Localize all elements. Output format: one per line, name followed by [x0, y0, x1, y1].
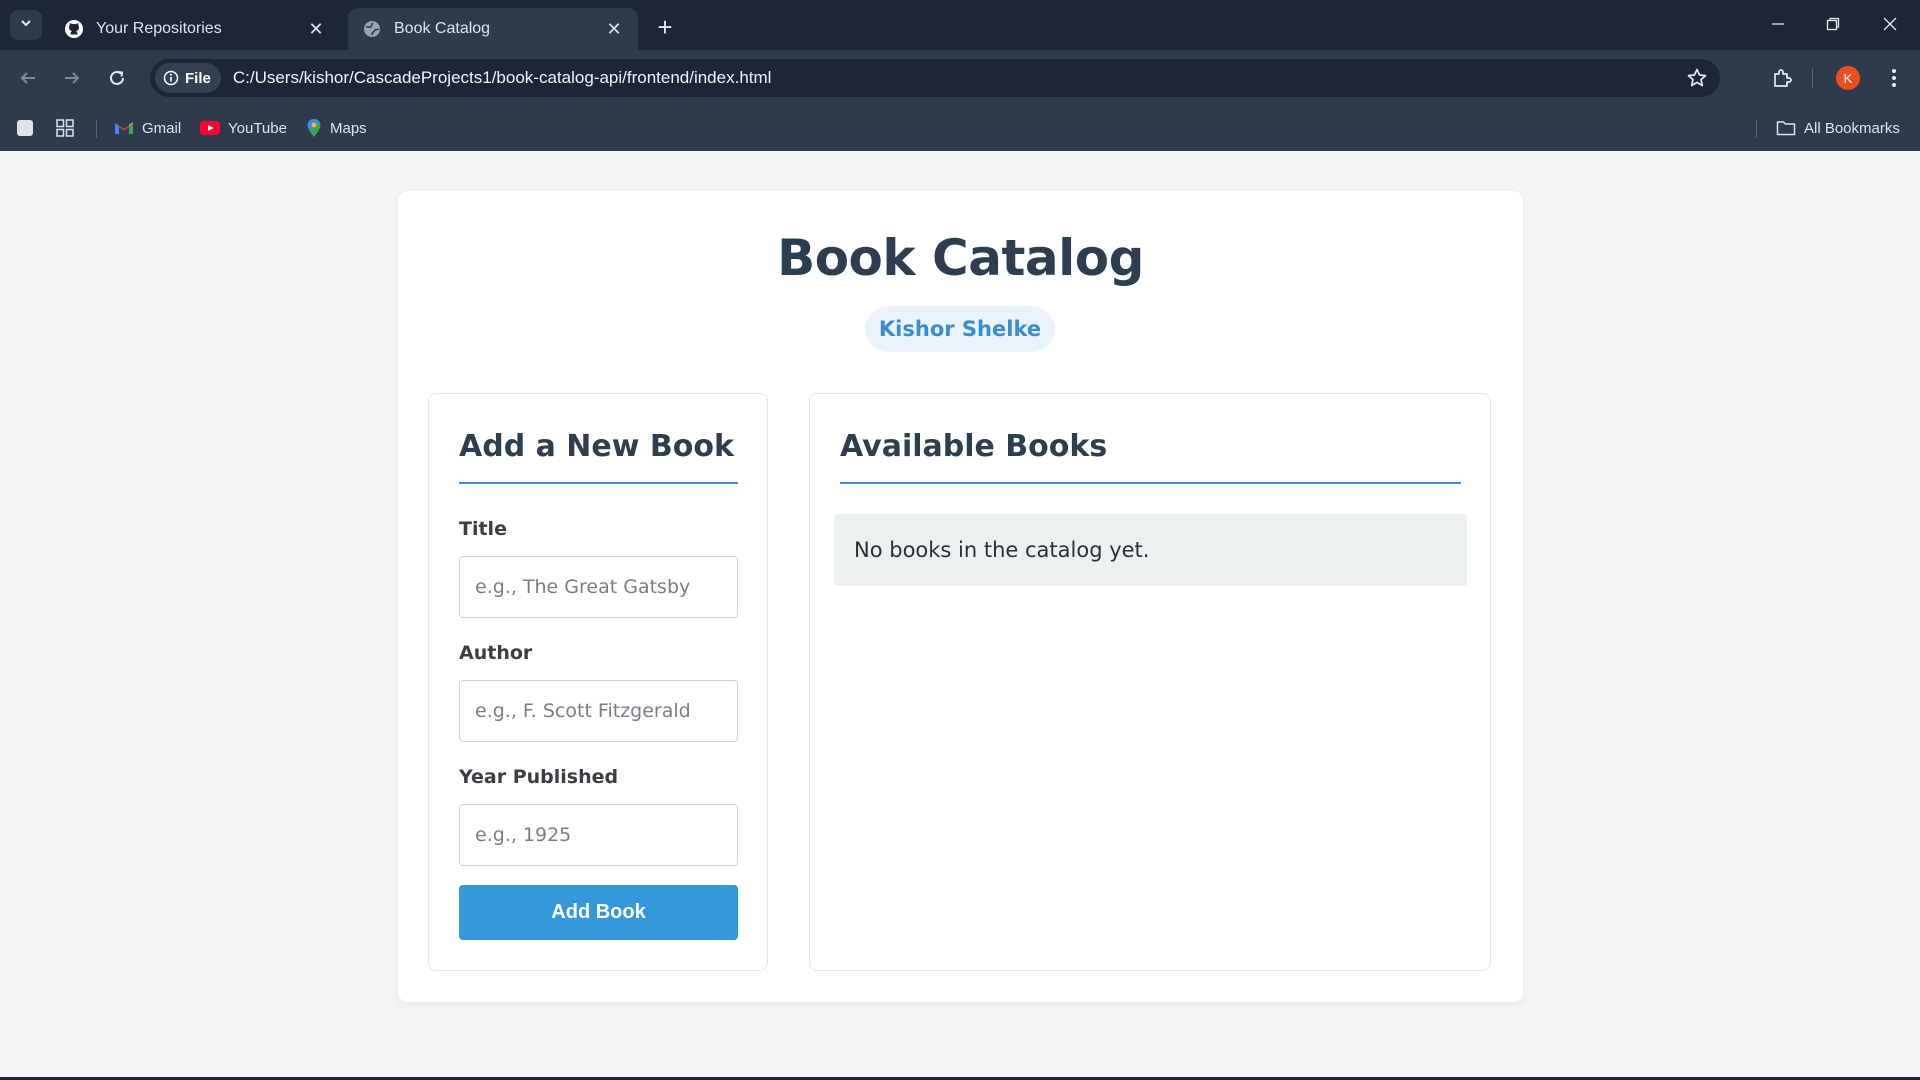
- tab-search-button[interactable]: [10, 10, 42, 40]
- bookmark-gmail[interactable]: Gmail: [114, 114, 181, 142]
- title-label: Title: [459, 518, 507, 540]
- add-book-heading: Add a New Book: [459, 429, 734, 464]
- title-input[interactable]: [459, 556, 738, 618]
- tab-strip: Your Repositories ✕ Book Catalog ✕ +: [0, 0, 1920, 50]
- available-books-panel: Available Books No books in the catalog …: [809, 393, 1491, 971]
- reload-button[interactable]: [101, 62, 133, 94]
- close-icon[interactable]: ✕: [604, 19, 624, 39]
- globe-icon: [362, 19, 382, 39]
- browser-toolbar: File C:/Users/kishor/CascadeProjects1/bo…: [0, 50, 1920, 106]
- bookmarks-divider: [1756, 120, 1757, 138]
- github-icon: [64, 19, 84, 39]
- back-button[interactable]: [12, 62, 44, 94]
- url-text[interactable]: C:/Users/kishor/CascadeProjects1/book-ca…: [233, 68, 772, 88]
- bookmark-youtube[interactable]: YouTube: [200, 114, 287, 142]
- profile-button[interactable]: K: [1832, 62, 1864, 94]
- all-bookmarks-button[interactable]: All Bookmarks: [1776, 114, 1900, 142]
- bookmark-star-icon[interactable]: [1686, 67, 1708, 94]
- bookmark-label: Gmail: [142, 119, 182, 137]
- extensions-button[interactable]: [1766, 62, 1798, 94]
- bookmark-maps[interactable]: Maps: [306, 114, 367, 142]
- tab-your-repositories[interactable]: Your Repositories ✕: [50, 8, 340, 50]
- empty-state-message: No books in the catalog yet.: [834, 514, 1467, 586]
- arrow-left-icon: [20, 72, 35, 84]
- add-book-panel: Add a New Book Title Author Year Publish…: [428, 393, 768, 971]
- page-viewport: Book Catalog Kishor Shelke Add a New Boo…: [0, 151, 1920, 1080]
- folder-icon: [1776, 120, 1796, 136]
- bookmark-app-square[interactable]: [16, 114, 42, 142]
- arrow-right-icon: [65, 72, 80, 84]
- chevron-down-icon: [19, 16, 33, 35]
- restore-icon: [1826, 17, 1840, 31]
- tab-title: Your Repositories: [96, 20, 222, 37]
- avatar: K: [1836, 66, 1860, 90]
- bookmarks-bar: Gmail YouTube Maps All Bookmarks: [0, 106, 1920, 151]
- catalog-card: Book Catalog Kishor Shelke Add a New Boo…: [398, 191, 1523, 1002]
- forward-button[interactable]: [56, 62, 88, 94]
- browser-chrome: Your Repositories ✕ Book Catalog ✕ + Fil…: [0, 0, 1920, 151]
- all-bookmarks-label: All Bookmarks: [1804, 119, 1900, 137]
- restore-button[interactable]: [1813, 8, 1853, 40]
- author-badge: Kishor Shelke: [865, 306, 1055, 352]
- menu-button[interactable]: [1878, 62, 1910, 94]
- gmail-icon: [114, 120, 134, 136]
- author-label: Author: [459, 642, 533, 664]
- address-bar[interactable]: File C:/Users/kishor/CascadeProjects1/bo…: [150, 59, 1720, 97]
- tab-title: Book Catalog: [394, 20, 491, 37]
- chip-label: File: [185, 69, 211, 87]
- puzzle-icon: [1774, 69, 1792, 87]
- tab-book-catalog[interactable]: Book Catalog ✕: [348, 8, 638, 50]
- maps-icon: [306, 118, 322, 138]
- toolbar-divider: [1812, 68, 1813, 88]
- heading-underline: [840, 482, 1461, 484]
- reload-icon: [110, 70, 124, 85]
- close-window-button[interactable]: [1870, 8, 1910, 40]
- minimize-button[interactable]: [1758, 8, 1798, 40]
- close-icon: [1883, 17, 1897, 31]
- more-vertical-icon: [1892, 69, 1896, 87]
- info-icon: [163, 70, 179, 86]
- new-tab-button[interactable]: +: [650, 12, 680, 42]
- year-label: Year Published: [459, 766, 619, 788]
- close-icon[interactable]: ✕: [306, 19, 326, 39]
- heading-underline: [459, 482, 738, 484]
- site-info-chip[interactable]: File: [155, 63, 221, 93]
- square-icon: [16, 119, 34, 137]
- plus-icon: +: [657, 11, 673, 42]
- apps-button[interactable]: [56, 114, 82, 142]
- bookmark-label: YouTube: [228, 119, 287, 137]
- grid-icon: [56, 119, 74, 137]
- add-book-button[interactable]: Add Book: [459, 885, 738, 940]
- page-title: Book Catalog: [777, 229, 1144, 287]
- bookmark-label: Maps: [330, 119, 367, 137]
- year-input[interactable]: [459, 804, 738, 866]
- youtube-icon: [200, 121, 220, 135]
- bookmarks-divider: [96, 120, 97, 138]
- author-input[interactable]: [459, 680, 738, 742]
- minimize-icon: [1772, 23, 1784, 25]
- available-books-heading: Available Books: [840, 429, 1108, 464]
